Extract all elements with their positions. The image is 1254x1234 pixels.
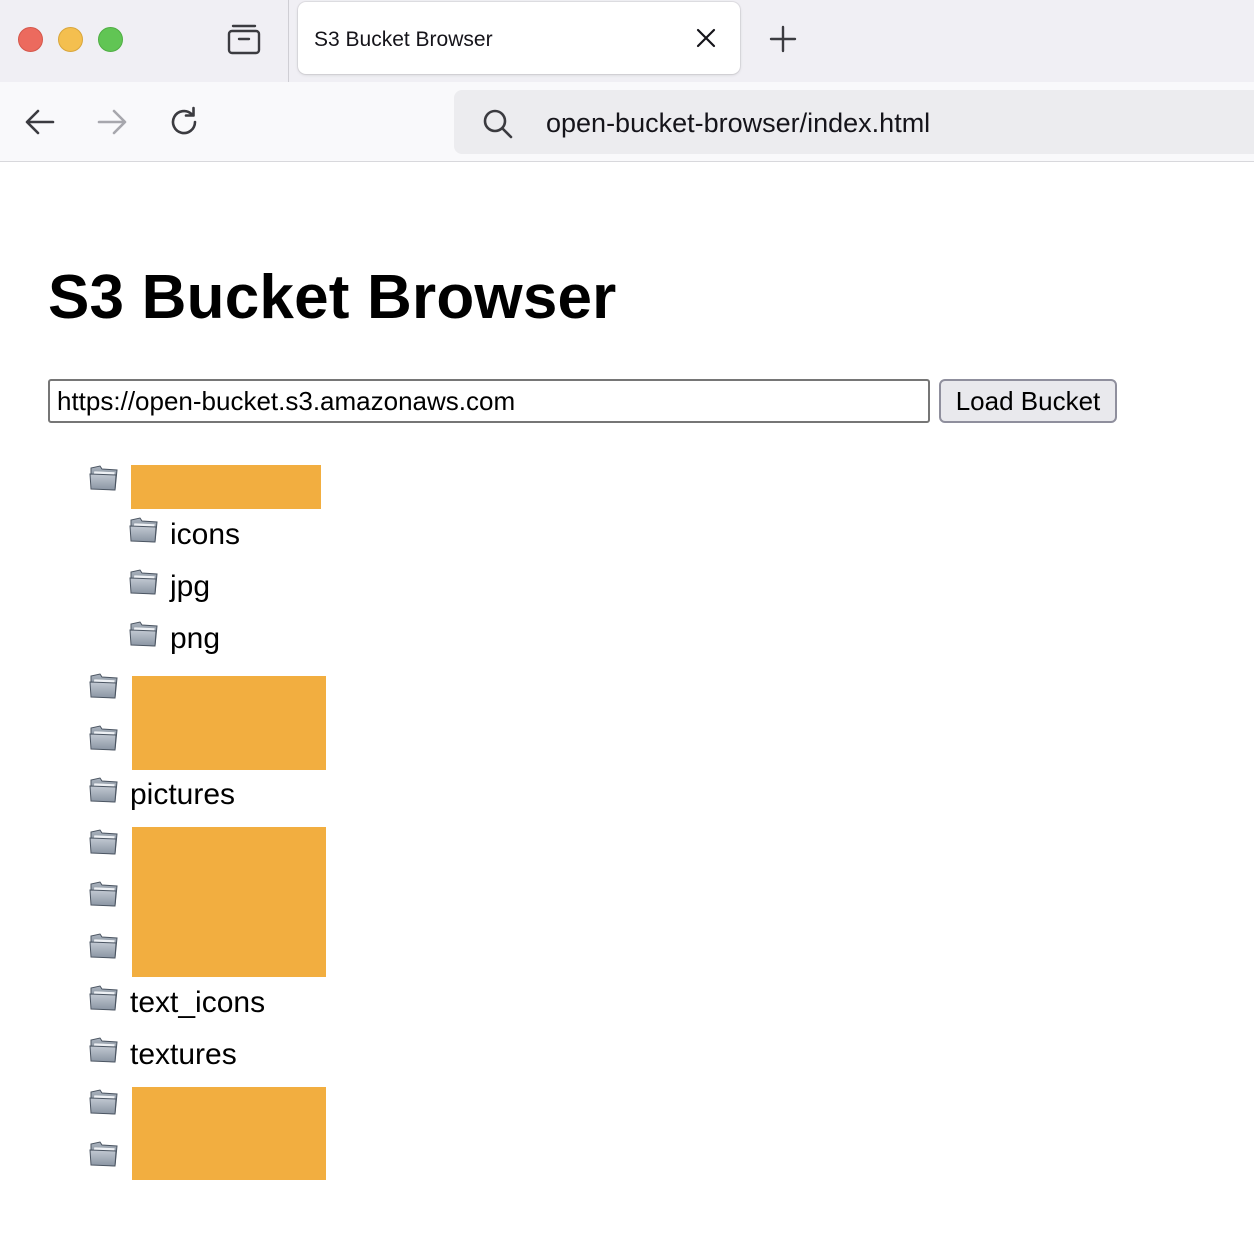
- minimize-window-button[interactable]: [58, 27, 83, 52]
- tree-row[interactable]: [88, 874, 130, 924]
- tab-title: S3 Bucket Browser: [314, 28, 493, 51]
- folder-label: text_icons: [130, 986, 266, 1019]
- forward-arrow-icon[interactable]: [94, 104, 130, 140]
- back-arrow-icon[interactable]: [22, 104, 58, 140]
- tree-row[interactable]: [88, 458, 130, 508]
- reload-icon[interactable]: [166, 104, 202, 140]
- plus-icon[interactable]: [768, 24, 798, 54]
- folder-label: png: [170, 622, 221, 655]
- tree-row[interactable]: [88, 718, 130, 768]
- tree-row[interactable]: [88, 1082, 130, 1132]
- page-title: S3 Bucket Browser: [48, 263, 617, 332]
- tree-row[interactable]: jpg: [128, 562, 210, 612]
- zoom-window-button[interactable]: [98, 27, 123, 52]
- tree-row[interactable]: [88, 666, 130, 716]
- tab-bar: S3 Bucket Browser: [0, 0, 1254, 82]
- folder-icon: [88, 878, 120, 908]
- folder-icon: [128, 514, 160, 544]
- redaction-block: [131, 465, 321, 509]
- tab-overview-icon[interactable]: [226, 22, 262, 56]
- folder-icon: [88, 1034, 120, 1064]
- folder-label: pictures: [130, 778, 236, 811]
- folder-icon: [88, 462, 120, 492]
- redaction-block: [132, 676, 326, 770]
- bucket-url-input[interactable]: [48, 379, 930, 423]
- folder-icon: [88, 1138, 120, 1168]
- tree-row[interactable]: png: [128, 614, 220, 664]
- tree-row[interactable]: textures: [88, 1030, 237, 1080]
- tree-row[interactable]: [88, 822, 130, 872]
- close-icon[interactable]: [694, 26, 718, 50]
- folder-icon: [88, 722, 120, 752]
- folder-label: icons: [170, 518, 241, 551]
- folder-icon: [88, 1086, 120, 1116]
- folder-icon: [88, 930, 120, 960]
- folder-icon: [88, 826, 120, 856]
- load-bucket-button[interactable]: Load Bucket: [939, 379, 1117, 423]
- search-icon: [483, 109, 513, 139]
- tree-row[interactable]: icons: [128, 510, 240, 560]
- folder-icon: [88, 982, 120, 1012]
- tree-row[interactable]: [88, 926, 130, 976]
- folder-label: textures: [130, 1038, 237, 1071]
- folder-icon: [128, 618, 160, 648]
- tree-row[interactable]: [88, 1134, 130, 1184]
- folder-label: jpg: [170, 570, 211, 603]
- redaction-block: [132, 827, 326, 977]
- folder-icon: [128, 566, 160, 596]
- address-bar[interactable]: open-bucket-browser/index.html: [454, 90, 1254, 154]
- tree-row[interactable]: pictures: [88, 770, 235, 820]
- folder-icon: [88, 774, 120, 804]
- tree-row[interactable]: text_icons: [88, 978, 265, 1028]
- url-text[interactable]: open-bucket-browser/index.html: [546, 108, 930, 139]
- folder-icon: [88, 670, 120, 700]
- close-window-button[interactable]: [18, 27, 43, 52]
- tab-separator: [288, 0, 289, 82]
- redaction-block: [132, 1087, 326, 1180]
- active-tab[interactable]: S3 Bucket Browser: [298, 2, 740, 74]
- navigation-bar: open-bucket-browser/index.html: [0, 82, 1254, 162]
